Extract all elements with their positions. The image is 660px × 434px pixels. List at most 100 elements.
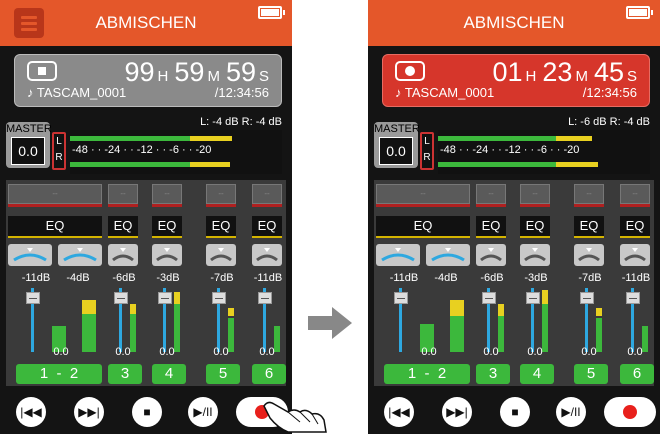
fader-value-3: 0.0 bbox=[115, 346, 131, 358]
eq-button-1-2[interactable]: EQ bbox=[8, 216, 102, 238]
file-name: ♪ TASCAM_0001 bbox=[27, 85, 127, 100]
peak-levels: L: -6 dB R: -4 dB bbox=[568, 116, 650, 128]
channel-button-3[interactable]: 3 bbox=[476, 364, 510, 384]
channel-button-4[interactable]: 4 bbox=[152, 364, 186, 384]
master-meter: -48 · · -24 · · -12 · · -6 · · -20 bbox=[438, 130, 650, 174]
transport-bar: |◀◀ ▶▶| ■ ▶/II bbox=[0, 392, 292, 434]
time-counter: 01 H 23 M 45 S ♪ TASCAM_0001 /12:34:56 bbox=[382, 54, 650, 107]
forward-button[interactable]: ▶▶| bbox=[442, 397, 472, 427]
gain-6: -11dB bbox=[253, 272, 283, 284]
eq-button-3[interactable]: EQ bbox=[476, 216, 506, 238]
rewind-button[interactable]: |◀◀ bbox=[384, 397, 414, 427]
meter-scale: -48 · · -24 · · -12 · · -6 · · -20 bbox=[440, 144, 580, 156]
gain-5: -7dB bbox=[210, 272, 234, 284]
tap-hand-icon bbox=[263, 401, 327, 433]
slot-6[interactable]: -- bbox=[620, 184, 650, 204]
channel-button-6[interactable]: 6 bbox=[620, 364, 654, 384]
pan-knob-5[interactable] bbox=[574, 244, 604, 266]
pan-knob-1[interactable] bbox=[8, 244, 52, 266]
level-meter-4 bbox=[542, 300, 548, 352]
slot-3[interactable]: -- bbox=[108, 184, 138, 204]
slot-3[interactable]: -- bbox=[476, 184, 506, 204]
slot-1[interactable]: -- bbox=[376, 184, 470, 204]
forward-button[interactable]: ▶▶| bbox=[74, 397, 104, 427]
fader-6[interactable] bbox=[258, 288, 272, 352]
eq-button-1-2[interactable]: EQ bbox=[376, 216, 470, 238]
fader-5[interactable] bbox=[212, 288, 226, 352]
play-pause-button[interactable]: ▶/II bbox=[556, 397, 586, 427]
fader-4[interactable] bbox=[158, 288, 172, 352]
meter-scale: -48 · · -24 · · -12 · · -6 · · -20 bbox=[72, 144, 212, 156]
pan-knob-3[interactable] bbox=[108, 244, 138, 266]
pan-knob-4[interactable] bbox=[152, 244, 182, 266]
gain-4: -3dB bbox=[156, 272, 180, 284]
eq-button-4[interactable]: EQ bbox=[152, 216, 182, 238]
fader-1-2[interactable] bbox=[26, 288, 40, 352]
elapsed-time: 99 H 59 M 59 S bbox=[124, 57, 270, 87]
pan-knob-2[interactable] bbox=[426, 244, 470, 266]
file-name: ♪ TASCAM_0001 bbox=[395, 85, 495, 100]
pan-knob-6[interactable] bbox=[252, 244, 282, 266]
slot-4[interactable]: -- bbox=[152, 184, 182, 204]
stop-button[interactable]: ■ bbox=[500, 397, 530, 427]
total-time: /12:34:56 bbox=[582, 85, 637, 100]
slot-5[interactable]: -- bbox=[206, 184, 236, 204]
arrow-right-icon bbox=[308, 307, 352, 339]
lr-indicator: LR bbox=[420, 132, 434, 170]
rewind-button[interactable]: |◀◀ bbox=[16, 397, 46, 427]
channel-button-3[interactable]: 3 bbox=[108, 364, 142, 384]
master-label: MASTER bbox=[6, 123, 52, 135]
slot-5[interactable]: -- bbox=[574, 184, 604, 204]
eq-button-5[interactable]: EQ bbox=[206, 216, 236, 238]
eq-button-6[interactable]: EQ bbox=[252, 216, 282, 238]
channel-button-1-2[interactable]: 1 - 2 bbox=[16, 364, 102, 384]
record-status-icon bbox=[395, 61, 425, 81]
channel-button-5[interactable]: 5 bbox=[574, 364, 608, 384]
slot-4[interactable]: -- bbox=[520, 184, 550, 204]
fader-value-6: 0.0 bbox=[627, 346, 643, 358]
channel-button-1-2[interactable]: 1 - 2 bbox=[384, 364, 470, 384]
eq-button-3[interactable]: EQ bbox=[108, 216, 138, 238]
fader-value-6: 0.0 bbox=[259, 346, 275, 358]
pan-knob-1[interactable] bbox=[376, 244, 420, 266]
gain-1: -11dB bbox=[389, 272, 419, 284]
fader-value-4: 0.0 bbox=[527, 346, 543, 358]
master-meter: -48 · · -24 · · -12 · · -6 · · -20 bbox=[70, 130, 282, 174]
title-bar: ABMISCHEN bbox=[0, 0, 292, 46]
fader-6[interactable] bbox=[626, 288, 640, 352]
play-pause-button[interactable]: ▶/II bbox=[188, 397, 218, 427]
fader-1-2[interactable] bbox=[394, 288, 408, 352]
master-value: 0.0 bbox=[379, 137, 413, 165]
master-label: MASTER bbox=[374, 123, 420, 135]
slot-1[interactable]: -- bbox=[8, 184, 102, 204]
record-button[interactable] bbox=[604, 397, 656, 427]
channel-button-4[interactable]: 4 bbox=[520, 364, 554, 384]
fader-4[interactable] bbox=[526, 288, 540, 352]
channel-button-5[interactable]: 5 bbox=[206, 364, 240, 384]
eq-button-6[interactable]: EQ bbox=[620, 216, 650, 238]
pan-knob-6[interactable] bbox=[620, 244, 650, 266]
pan-knob-5[interactable] bbox=[206, 244, 236, 266]
fader-3[interactable] bbox=[482, 288, 496, 352]
pan-knob-2[interactable] bbox=[58, 244, 102, 266]
screen-title: ABMISCHEN bbox=[463, 13, 565, 32]
channel-button-6[interactable]: 6 bbox=[252, 364, 286, 384]
eq-button-5[interactable]: EQ bbox=[574, 216, 604, 238]
slot-6[interactable]: -- bbox=[252, 184, 282, 204]
gain-6: -11dB bbox=[621, 272, 651, 284]
pan-knob-3[interactable] bbox=[476, 244, 506, 266]
fader-3[interactable] bbox=[114, 288, 128, 352]
master-control[interactable]: MASTER 0.0 bbox=[374, 122, 420, 168]
eq-button-4[interactable]: EQ bbox=[520, 216, 550, 238]
fader-5[interactable] bbox=[580, 288, 594, 352]
master-control[interactable]: MASTER 0.0 bbox=[6, 122, 52, 168]
stop-button[interactable]: ■ bbox=[132, 397, 162, 427]
fader-value-3: 0.0 bbox=[483, 346, 499, 358]
pan-knob-4[interactable] bbox=[520, 244, 550, 266]
master-value: 0.0 bbox=[11, 137, 45, 165]
level-meter-4 bbox=[174, 302, 180, 352]
gain-3: -6dB bbox=[480, 272, 504, 284]
gain-1: -11dB bbox=[21, 272, 51, 284]
fader-value-1: 0.0 bbox=[53, 346, 69, 358]
recorder-screen-after: ABMISCHEN 01 H 23 M 45 S ♪ TASCAM_0001 /12:34… bbox=[368, 0, 660, 434]
